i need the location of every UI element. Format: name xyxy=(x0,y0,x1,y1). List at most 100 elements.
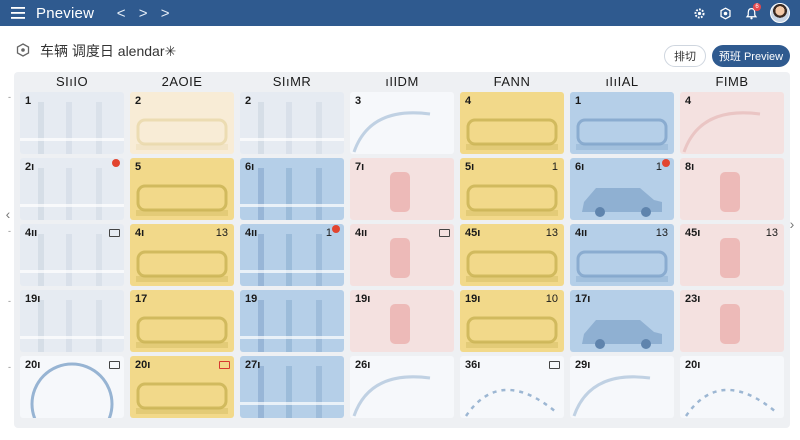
day-number: 2 xyxy=(135,95,142,107)
calendar-day-cell[interactable]: 4 xyxy=(460,92,564,154)
note-icon[interactable] xyxy=(109,361,120,369)
calendar-day-cell[interactable]: 1 xyxy=(20,92,124,154)
day-number: 20ı xyxy=(25,359,41,371)
note-icon[interactable] xyxy=(109,229,120,237)
note-icon[interactable] xyxy=(549,361,560,369)
preview-button[interactable]: 预班 Preview xyxy=(712,45,790,67)
calendar-day-cell[interactable]: 20ı xyxy=(20,356,124,418)
day-number: 45ı xyxy=(685,227,701,239)
calendar-day-cell[interactable]: 4ıı xyxy=(20,224,124,286)
day-illustration xyxy=(240,168,344,220)
calendar-day-cell[interactable]: 4ıı 1 xyxy=(240,224,344,286)
day-number: 45ı xyxy=(465,227,481,239)
day-illustration xyxy=(20,168,124,220)
sort-button[interactable]: 排切 xyxy=(664,45,706,67)
calendar-day-cell[interactable]: 45ı 13 xyxy=(460,224,564,286)
app-title: Pneview xyxy=(36,4,95,22)
day-number: 17 xyxy=(135,293,148,305)
calendar-day-cell[interactable]: 2 xyxy=(130,92,234,154)
calendar-day-cell[interactable]: 19 xyxy=(240,290,344,352)
note-icon[interactable] xyxy=(439,229,450,237)
day-illustration xyxy=(466,184,558,216)
day-illustration xyxy=(466,118,558,150)
scheduler-icon xyxy=(16,43,30,57)
prev-period-arrow[interactable]: ‹ xyxy=(2,204,14,224)
weekday-label: FANN xyxy=(493,74,531,89)
top-app-bar: Pneview < > > 6 xyxy=(0,0,800,26)
calendar-day-cell[interactable]: 29ı xyxy=(570,356,674,418)
day-illustration xyxy=(390,172,410,212)
calendar-day-cell[interactable]: 2 xyxy=(240,92,344,154)
calendar-day-cell[interactable]: 1 xyxy=(570,92,674,154)
alert-pin-icon xyxy=(332,225,340,233)
day-illustration xyxy=(352,111,431,153)
calendar-day-cell[interactable]: 8ı xyxy=(680,158,784,220)
event-count: 1 xyxy=(551,161,558,173)
calendar-day-cell[interactable]: 27ı xyxy=(240,356,344,418)
calendar-day-cell[interactable]: 6ı 1 xyxy=(570,158,674,220)
weekday-label: SIıIO xyxy=(55,74,89,89)
day-illustration xyxy=(136,118,228,150)
calendar-day-cell[interactable]: 17ı xyxy=(570,290,674,352)
settings-icon[interactable] xyxy=(712,0,738,26)
menu-icon[interactable] xyxy=(0,0,36,26)
alert-pin-icon xyxy=(112,159,120,167)
day-number: 4ıı xyxy=(25,227,38,239)
day-number: 7ı xyxy=(355,161,365,173)
day-number: 19ı xyxy=(25,293,41,305)
note-icon[interactable] xyxy=(219,361,230,369)
day-illustration xyxy=(240,102,344,154)
avatar[interactable] xyxy=(770,3,790,23)
next-period-arrow[interactable]: › xyxy=(786,214,798,234)
calendar-day-cell[interactable]: 5 xyxy=(130,158,234,220)
row-marker: - xyxy=(8,296,11,306)
alert-pin-icon xyxy=(662,159,670,167)
calendar-day-cell[interactable]: 3 xyxy=(350,92,454,154)
calendar-day-cell[interactable]: 5ı 1 xyxy=(460,158,564,220)
day-number: 4ı xyxy=(135,227,145,239)
day-illustration xyxy=(720,172,740,212)
calendar-day-cell[interactable]: 17 xyxy=(130,290,234,352)
calendar-day-cell[interactable]: 2ı xyxy=(20,158,124,220)
calendar-day-cell[interactable]: 7ı xyxy=(350,158,454,220)
nav-back-button[interactable]: < xyxy=(110,0,132,26)
day-number: 1 xyxy=(575,95,582,107)
calendar-day-cell[interactable]: 4ı 13 xyxy=(130,224,234,286)
calendar-day-cell[interactable]: 20ı xyxy=(130,356,234,418)
calendar-grid: SIıIO 2AOIE SIıMR ıIIDM FANN ıIıIAL FIMB 1 2 2… xyxy=(14,72,790,428)
day-number: 19ı xyxy=(465,293,481,305)
day-number: 4 xyxy=(465,95,472,107)
event-count: 13 xyxy=(545,227,558,239)
nav-forward-button[interactable]: > xyxy=(132,0,154,26)
calendar-day-cell[interactable]: 45ı 13 xyxy=(680,224,784,286)
calendar-day-cell[interactable]: 6ı xyxy=(240,158,344,220)
calendar-day-cell[interactable]: 4ıı 13 xyxy=(570,224,674,286)
event-count: 13 xyxy=(765,227,778,239)
calendar-day-cell[interactable]: 19ı xyxy=(20,290,124,352)
day-number: 2 xyxy=(245,95,252,107)
calendar-day-cell[interactable]: 19ı xyxy=(350,290,454,352)
calendar-day-cell[interactable]: 36ı xyxy=(460,356,564,418)
event-count: 13 xyxy=(215,227,228,239)
calendar-day-cell[interactable]: 4ıı xyxy=(350,224,454,286)
day-number: 19 xyxy=(245,293,258,305)
gear-icon[interactable] xyxy=(686,0,712,26)
calendar-day-cell[interactable]: 19ı 10 xyxy=(460,290,564,352)
day-number: 2ı xyxy=(25,161,35,173)
day-number: 4ıı xyxy=(355,227,368,239)
day-number: 29ı xyxy=(575,359,591,371)
day-illustration xyxy=(136,184,228,216)
day-number: 1 xyxy=(25,95,32,107)
nav-next-button[interactable]: > xyxy=(154,0,176,26)
row-marker: - xyxy=(8,226,11,236)
calendar-day-cell[interactable]: 4 xyxy=(680,92,784,154)
day-number: 27ı xyxy=(245,359,261,371)
event-count: 10 xyxy=(545,293,558,305)
calendar-day-cell[interactable]: 23ı xyxy=(680,290,784,352)
day-number: 5ı xyxy=(465,161,475,173)
bell-icon[interactable]: 6 xyxy=(738,0,764,26)
day-illustration xyxy=(576,118,668,150)
calendar-day-cell[interactable]: 20ı xyxy=(680,356,784,418)
calendar-day-cell[interactable]: 26ı xyxy=(350,356,454,418)
weekday-label: SIıMR xyxy=(272,74,312,89)
